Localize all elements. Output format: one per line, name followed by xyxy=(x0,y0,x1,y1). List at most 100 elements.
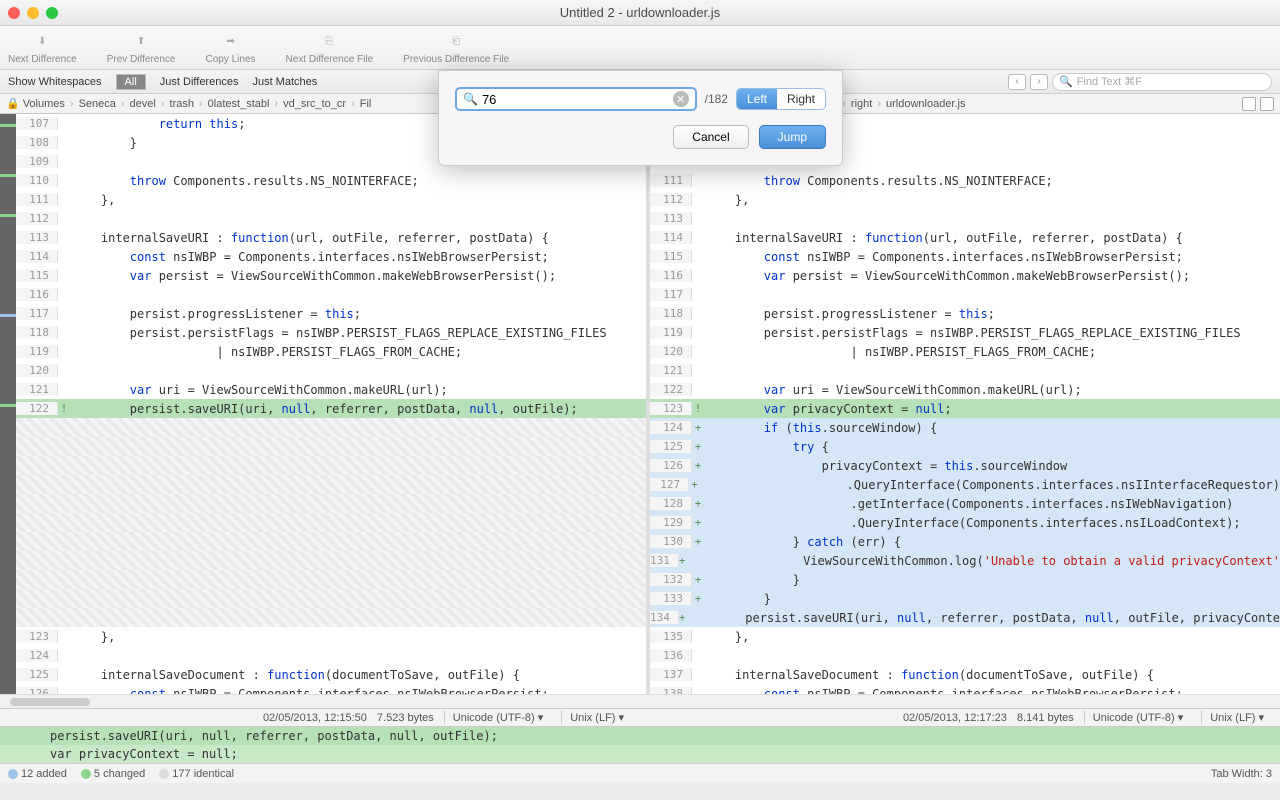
code-line[interactable] xyxy=(16,418,646,437)
code-line[interactable]: 136 xyxy=(650,646,1280,665)
breadcrumb-item[interactable]: Fil xyxy=(360,98,372,110)
diff-marker: + xyxy=(692,592,704,605)
horizontal-scrollbar[interactable] xyxy=(0,694,1280,708)
code-line[interactable]: 113 xyxy=(650,209,1280,228)
jump-button[interactable]: Jump xyxy=(759,125,826,149)
code-line[interactable] xyxy=(16,494,646,513)
code-line[interactable]: 128+ .getInterface(Components.interfaces… xyxy=(650,494,1280,513)
summary-line-2: var privacyContext = null; xyxy=(0,745,1280,763)
code-line[interactable] xyxy=(16,551,646,570)
code-line[interactable]: 130+ } catch (err) { xyxy=(650,532,1280,551)
code-line[interactable]: 134+ persist.saveURI(uri, null, referrer… xyxy=(650,608,1280,627)
code-line[interactable]: 119 persist.persistFlags = nsIWBP.PERSIS… xyxy=(650,323,1280,342)
code-line[interactable]: 113 internalSaveURI : function(url, outF… xyxy=(16,228,646,247)
breadcrumb-item[interactable]: urldownloader.js xyxy=(886,98,966,110)
code-line[interactable]: 114 const nsIWBP = Components.interfaces… xyxy=(16,247,646,266)
code-line[interactable]: 123 }, xyxy=(16,627,646,646)
code-line[interactable]: 112 xyxy=(16,209,646,228)
code-line[interactable]: 112 }, xyxy=(650,190,1280,209)
left-eol[interactable]: Unix (LF)▾ xyxy=(561,711,632,724)
segment-right-button[interactable]: Right xyxy=(777,89,825,109)
prev-difference-file-button[interactable]: ⎗Previous Difference File xyxy=(403,30,509,65)
code-line[interactable]: 135 }, xyxy=(650,627,1280,646)
next-difference-button[interactable]: ⬇Next Difference xyxy=(8,30,77,65)
code-line[interactable] xyxy=(16,532,646,551)
code-line[interactable]: 122 var uri = ViewSourceWithCommon.makeU… xyxy=(650,380,1280,399)
code-line[interactable]: 116 xyxy=(16,285,646,304)
code-line[interactable]: 119 | nsIWBP.PERSIST_FLAGS_FROM_CACHE; xyxy=(16,342,646,361)
code-line[interactable]: 121 var uri = ViewSourceWithCommon.makeU… xyxy=(16,380,646,399)
code-line[interactable]: 133+ } xyxy=(650,589,1280,608)
code-line[interactable]: 110 throw Components.results.NS_NOINTERF… xyxy=(16,171,646,190)
breadcrumb-item[interactable]: 0latest_stabl xyxy=(208,98,270,110)
nav-prev-button[interactable]: ‹ xyxy=(1008,74,1026,90)
code-line[interactable]: 111 }, xyxy=(16,190,646,209)
code-line[interactable] xyxy=(16,570,646,589)
next-difference-file-button[interactable]: ⎘Next Difference File xyxy=(286,30,374,65)
code-line[interactable]: 115 var persist = ViewSourceWithCommon.m… xyxy=(16,266,646,285)
breadcrumb-item[interactable]: Volumes xyxy=(23,98,65,110)
code-line[interactable]: 124+ if (this.sourceWindow) { xyxy=(650,418,1280,437)
find-text-input[interactable]: 🔍 Find Text ⌘F xyxy=(1052,73,1272,91)
code-line[interactable]: 124 xyxy=(16,646,646,665)
left-code[interactable]: 107 return this;108 }109110 throw Compon… xyxy=(16,114,646,694)
line-number: 126 xyxy=(16,687,58,694)
code-line[interactable]: 121 xyxy=(650,361,1280,380)
code-line[interactable]: 115 const nsIWBP = Components.interfaces… xyxy=(650,247,1280,266)
code-line[interactable] xyxy=(16,475,646,494)
code-line[interactable]: 126 const nsIWBP = Components.interfaces… xyxy=(16,684,646,694)
scroll-thumb[interactable] xyxy=(10,698,90,706)
right-encoding[interactable]: Unicode (UTF-8)▾ xyxy=(1084,711,1191,724)
view-mode-icon[interactable] xyxy=(1242,97,1256,111)
code-line[interactable]: 137 internalSaveDocument : function(docu… xyxy=(650,665,1280,684)
filter-all-button[interactable]: All xyxy=(116,74,146,90)
breadcrumb-item[interactable]: vd_src_to_cr xyxy=(283,98,346,110)
segment-left-button[interactable]: Left xyxy=(737,89,777,109)
code-line[interactable]: 125 internalSaveDocument : function(docu… xyxy=(16,665,646,684)
code-line[interactable]: 120 | nsIWBP.PERSIST_FLAGS_FROM_CACHE; xyxy=(650,342,1280,361)
breadcrumb-item[interactable]: devel xyxy=(130,98,156,110)
clear-icon[interactable]: ✕ xyxy=(673,91,689,107)
code-line[interactable] xyxy=(16,456,646,475)
line-number: 138 xyxy=(650,687,692,694)
code-line[interactable] xyxy=(16,437,646,456)
show-whitespaces-label[interactable]: Show Whitespaces xyxy=(8,76,102,88)
code-line[interactable]: 138 const nsIWBP = Components.interfaces… xyxy=(650,684,1280,694)
left-encoding[interactable]: Unicode (UTF-8)▾ xyxy=(444,711,551,724)
code-line[interactable]: 116 var persist = ViewSourceWithCommon.m… xyxy=(650,266,1280,285)
code-text: ViewSourceWithCommon.log('Unable to obta… xyxy=(686,554,1280,568)
code-line[interactable]: 117 persist.progressListener = this; xyxy=(16,304,646,323)
code-line[interactable]: 117 xyxy=(650,285,1280,304)
code-line[interactable]: 114 internalSaveURI : function(url, outF… xyxy=(650,228,1280,247)
code-line[interactable]: 118 persist.progressListener = this; xyxy=(650,304,1280,323)
overview-ruler-left[interactable] xyxy=(0,114,16,694)
code-line[interactable] xyxy=(16,589,646,608)
code-line[interactable]: 126+ privacyContext = this.sourceWindow xyxy=(650,456,1280,475)
code-line[interactable]: 132+ } xyxy=(650,570,1280,589)
code-line[interactable]: 131+ ViewSourceWithCommon.log('Unable to… xyxy=(650,551,1280,570)
tab-width-label[interactable]: Tab Width: 3 xyxy=(1211,768,1272,780)
code-line[interactable]: 123! var privacyContext = null; xyxy=(650,399,1280,418)
breadcrumb-item[interactable]: right xyxy=(851,98,872,110)
goto-line-input[interactable] xyxy=(482,92,669,107)
breadcrumb-item[interactable]: trash xyxy=(170,98,194,110)
just-differences-label[interactable]: Just Differences xyxy=(160,76,239,88)
code-line[interactable]: 129+ .QueryInterface(Components.interfac… xyxy=(650,513,1280,532)
code-line[interactable]: 120 xyxy=(16,361,646,380)
copy-lines-button[interactable]: ➡Copy Lines xyxy=(206,30,256,65)
breadcrumb-item[interactable]: Seneca xyxy=(79,98,116,110)
save-icon[interactable] xyxy=(1260,97,1274,111)
code-line[interactable] xyxy=(16,608,646,627)
code-line[interactable]: 111 throw Components.results.NS_NOINTERF… xyxy=(650,171,1280,190)
cancel-button[interactable]: Cancel xyxy=(673,125,748,149)
just-matches-label[interactable]: Just Matches xyxy=(252,76,317,88)
right-code[interactable]: his;111 throw Components.results.NS_NOIN… xyxy=(650,114,1280,694)
nav-next-button[interactable]: › xyxy=(1030,74,1048,90)
code-line[interactable]: 127+ .QueryInterface(Components.interfac… xyxy=(650,475,1280,494)
code-line[interactable]: 125+ try { xyxy=(650,437,1280,456)
code-line[interactable] xyxy=(16,513,646,532)
prev-difference-button[interactable]: ⬆Prev Difference xyxy=(107,30,176,65)
code-line[interactable]: 118 persist.persistFlags = nsIWBP.PERSIS… xyxy=(16,323,646,342)
code-line[interactable]: 122! persist.saveURI(uri, null, referrer… xyxy=(16,399,646,418)
right-eol[interactable]: Unix (LF)▾ xyxy=(1201,711,1272,724)
